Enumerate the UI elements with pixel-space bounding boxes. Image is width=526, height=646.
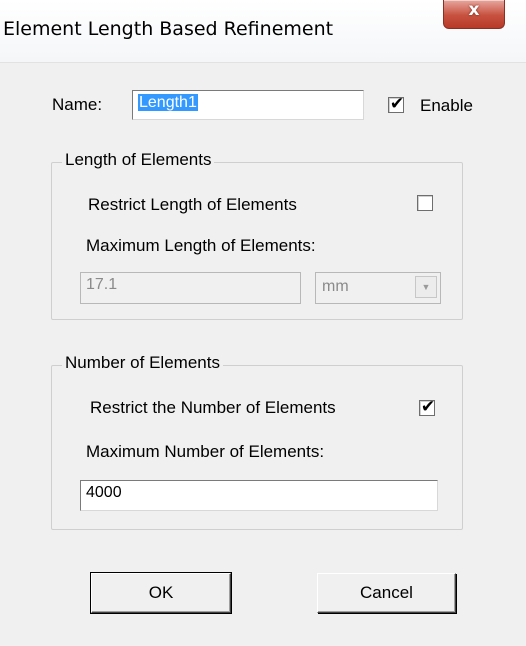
name-label: Name: xyxy=(52,95,103,114)
restrict-length-checkbox[interactable] xyxy=(417,195,433,211)
enable-checkbox[interactable]: ✔ xyxy=(388,94,404,114)
name-input-value: Length1 xyxy=(138,94,198,111)
length-unit-select[interactable]: mm ▼ xyxy=(315,272,441,304)
close-button[interactable]: x xyxy=(443,0,505,29)
cancel-button[interactable]: Cancel xyxy=(317,573,456,613)
dropdown-button[interactable]: ▼ xyxy=(415,276,437,298)
length-unit-value: mm xyxy=(322,278,349,295)
max-length-input[interactable]: 17.1 xyxy=(80,272,301,304)
restrict-length-label: Restrict Length of Elements xyxy=(88,195,297,214)
max-number-label: Maximum Number of Elements: xyxy=(86,442,325,461)
max-length-label: Maximum Length of Elements: xyxy=(86,236,316,255)
enable-check-icon: ✔ xyxy=(389,94,405,114)
restrict-number-checkbox[interactable]: ✔ xyxy=(419,397,435,417)
close-icon: x xyxy=(468,0,480,20)
length-group-legend: Length of Elements xyxy=(62,150,215,170)
max-number-input[interactable]: 4000 xyxy=(80,480,438,511)
enable-label: Enable xyxy=(420,96,473,115)
chevron-down-icon: ▼ xyxy=(421,282,431,292)
title-bar[interactable]: Element Length Based Refinement x xyxy=(0,0,526,63)
restrict-number-label: Restrict the Number of Elements xyxy=(90,398,336,417)
name-input[interactable]: Length1 xyxy=(132,90,364,120)
number-group-legend: Number of Elements xyxy=(62,353,223,373)
restrict-number-check-icon: ✔ xyxy=(420,397,436,417)
window-title: Element Length Based Refinement xyxy=(3,18,334,40)
ok-button[interactable]: OK xyxy=(90,572,232,614)
